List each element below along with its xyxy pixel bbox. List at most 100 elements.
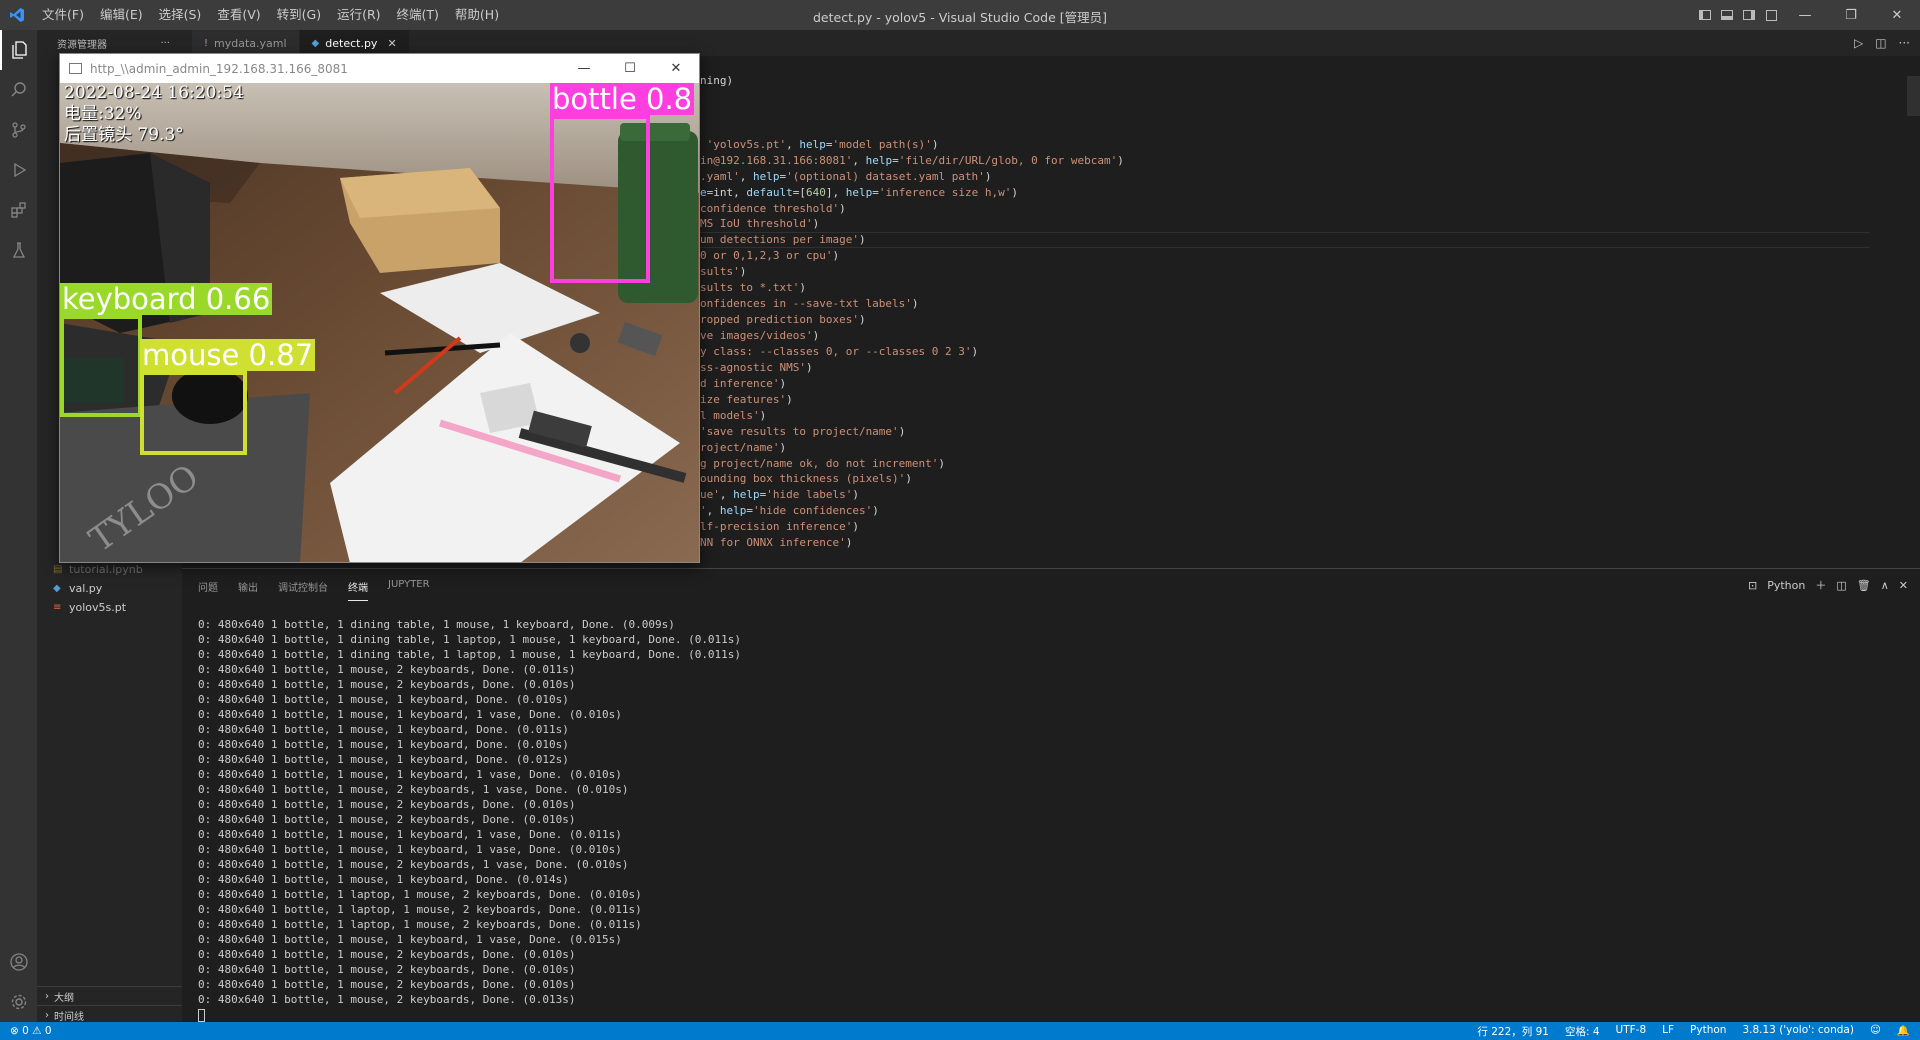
code-token: =int, xyxy=(706,185,747,199)
explorer-icon[interactable] xyxy=(0,30,37,70)
code-token: ) xyxy=(845,536,853,550)
terminal-shell-label[interactable]: Python xyxy=(1767,579,1805,592)
tab-terminal[interactable]: 终端 xyxy=(348,573,368,601)
tab-close-icon[interactable]: ✕ xyxy=(387,37,396,50)
video-window[interactable]: http_\\admin_admin_192.168.31.166_8081 —… xyxy=(59,53,700,563)
code-token: ) xyxy=(812,329,820,342)
run-file-icon[interactable]: ▷ xyxy=(1854,36,1863,50)
code-token: ) xyxy=(852,520,859,534)
video-minimize-button[interactable]: — xyxy=(561,54,607,83)
code-line: ropped prediction boxes') xyxy=(700,312,1124,328)
file-list: ▤ tutorial.ipynb ◆ val.py ≡ yolov5s.pt xyxy=(37,560,182,617)
customize-layout-icon[interactable] xyxy=(1760,0,1782,30)
menu-run[interactable]: 运行(R) xyxy=(329,0,388,30)
menu-bar: 文件(F) 编辑(E) 选择(S) 查看(V) 转到(G) 运行(R) 终端(T… xyxy=(34,0,507,30)
code-token: ) xyxy=(858,233,866,247)
video-window-controls: — ☐ ✕ xyxy=(561,54,699,83)
source-control-icon[interactable] xyxy=(0,110,37,150)
terminal-line: 0: 480x640 1 bottle, 1 mouse, 2 keyboard… xyxy=(198,948,576,961)
yaml-icon: ! xyxy=(204,37,209,49)
maximize-panel-icon[interactable]: ∧ xyxy=(1881,579,1889,592)
chevron-right-icon: › xyxy=(45,990,49,1002)
terminal-line: 0: 480x640 1 bottle, 1 laptop, 1 mouse, … xyxy=(198,888,642,901)
menu-file[interactable]: 文件(F) xyxy=(34,0,92,30)
keyboard-detection-box xyxy=(60,315,142,417)
menu-go[interactable]: 转到(G) xyxy=(269,0,329,30)
terminal-line: 0: 480x640 1 bottle, 1 mouse, 1 keyboard… xyxy=(198,873,569,886)
restore-button[interactable]: ❐ xyxy=(1828,0,1874,30)
search-icon[interactable] xyxy=(0,70,37,110)
video-window-title: http_\\admin_admin_192.168.31.166_8081 xyxy=(90,61,348,76)
terminal-shell-icon: ⊡ xyxy=(1747,578,1758,592)
detection-video-frame: TYLOO 2022-08-24 16:20:54 电量:32% 后置镜头 79… xyxy=(60,83,699,562)
editor-scrollbar[interactable] xyxy=(1907,76,1920,116)
feedback-icon[interactable]: ☺ xyxy=(1870,1024,1881,1039)
menu-help[interactable]: 帮助(H) xyxy=(447,0,507,30)
tab-jupyter[interactable]: JUPYTER xyxy=(388,573,430,601)
video-close-button[interactable]: ✕ xyxy=(653,54,699,83)
toggle-sidebar-icon[interactable] xyxy=(1694,0,1716,30)
code-line: ize features') xyxy=(700,392,1124,408)
file-name: val.py xyxy=(69,582,103,595)
new-terminal-icon[interactable]: ＋ xyxy=(1815,577,1826,593)
toggle-panel-icon[interactable] xyxy=(1716,0,1738,30)
code-token: e xyxy=(700,185,707,199)
terminal-cursor xyxy=(198,1008,205,1022)
tab-debug-console[interactable]: 调试控制台 xyxy=(278,573,328,601)
python-interpreter[interactable]: 3.8.13 ('yolo': conda) xyxy=(1742,1024,1854,1039)
run-debug-icon[interactable] xyxy=(0,150,37,190)
account-icon[interactable] xyxy=(0,942,37,982)
code-token: ize features' xyxy=(700,392,787,406)
encoding[interactable]: UTF-8 xyxy=(1616,1024,1647,1039)
explorer-more-button[interactable]: ··· xyxy=(160,38,170,49)
code-token: help xyxy=(845,185,873,199)
vscode-logo-icon xyxy=(0,0,34,30)
code-token: ss-agnostic NMS' xyxy=(700,360,806,374)
terminal-output[interactable]: 0: 480x640 1 bottle, 1 dining table, 1 m… xyxy=(198,617,741,1022)
indentation[interactable]: 空格: 4 xyxy=(1565,1024,1600,1039)
toggle-secondary-sidebar-icon[interactable] xyxy=(1738,0,1760,30)
code-token: 0 or 0,1,2,3 or cpu' xyxy=(700,249,833,263)
problems-status[interactable]: ⊗ 0 ⚠ 0 xyxy=(0,1025,52,1037)
notifications-bell-icon[interactable]: 🔔 xyxy=(1897,1024,1910,1039)
end-of-line[interactable]: LF xyxy=(1662,1024,1674,1039)
code-token: ) xyxy=(786,392,793,406)
kill-terminal-icon[interactable]: 🗑 xyxy=(1857,579,1871,592)
split-editor-icon[interactable]: ◫ xyxy=(1875,36,1886,50)
code-token: in@192.168.31.166:8081' xyxy=(700,153,853,167)
code-token: ) xyxy=(839,201,846,215)
testing-icon[interactable] xyxy=(0,230,37,270)
close-panel-icon[interactable]: ✕ xyxy=(1899,579,1908,592)
code-token: = xyxy=(872,185,879,199)
code-token: help xyxy=(799,137,826,151)
cursor-position[interactable]: 行 222，列 91 xyxy=(1477,1024,1549,1039)
file-item-val[interactable]: ◆ val.py xyxy=(37,579,182,598)
tab-output[interactable]: 输出 xyxy=(238,573,258,601)
code-token: ) xyxy=(938,456,946,470)
extensions-icon[interactable] xyxy=(0,190,37,230)
code-token: , xyxy=(786,137,800,151)
menu-edit[interactable]: 编辑(E) xyxy=(92,0,151,30)
split-terminal-icon[interactable]: ◫ xyxy=(1836,579,1846,592)
chevron-right-icon: › xyxy=(45,1009,49,1021)
close-button[interactable]: ✕ xyxy=(1874,0,1920,30)
language-mode[interactable]: Python xyxy=(1690,1024,1726,1039)
more-actions-icon[interactable]: ··· xyxy=(1899,36,1910,50)
code-token: ning) xyxy=(700,74,734,87)
tab-problems[interactable]: 问题 xyxy=(198,573,218,601)
code-token: ) xyxy=(872,504,879,518)
settings-gear-icon[interactable] xyxy=(0,982,37,1022)
outline-section[interactable]: › 大纲 xyxy=(37,986,182,1005)
video-maximize-button[interactable]: ☐ xyxy=(607,54,653,83)
code-token: , xyxy=(739,169,753,183)
code-token: , xyxy=(852,153,866,167)
menu-terminal[interactable]: 终端(T) xyxy=(389,0,447,30)
file-item-yolov5s[interactable]: ≡ yolov5s.pt xyxy=(37,598,182,617)
file-name: yolov5s.pt xyxy=(69,601,127,614)
menu-view[interactable]: 查看(V) xyxy=(209,0,268,30)
code-token: lf-precision inference' xyxy=(700,520,853,534)
code-line: 'save results to project/name') xyxy=(700,424,1124,440)
video-window-titlebar[interactable]: http_\\admin_admin_192.168.31.166_8081 —… xyxy=(60,54,699,83)
minimize-button[interactable]: — xyxy=(1782,0,1828,30)
menu-selection[interactable]: 选择(S) xyxy=(151,0,210,30)
